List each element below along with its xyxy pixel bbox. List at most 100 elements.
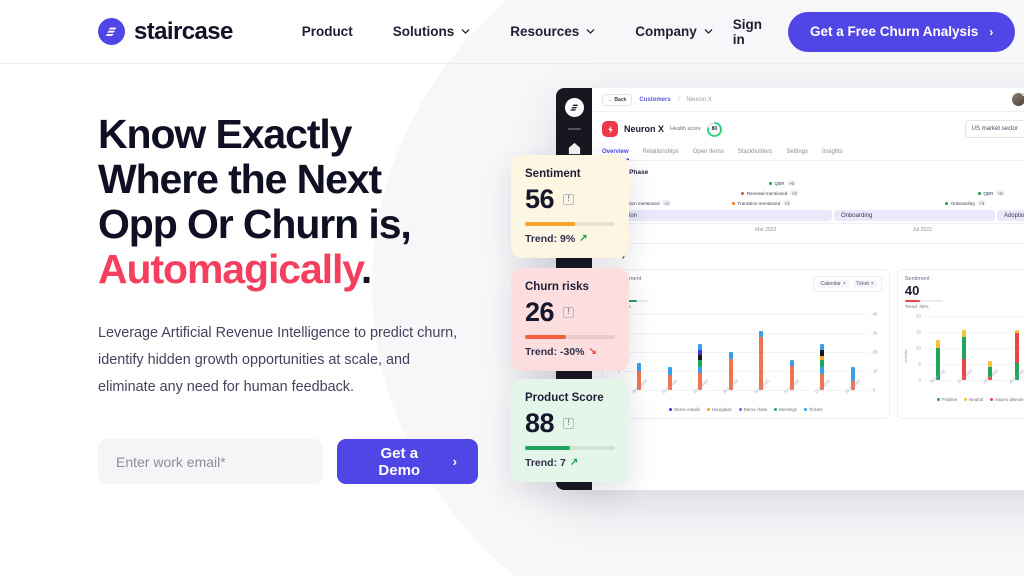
chart-x-axis: 05.04.2022 12.04.2022 19.04.2022 26.04.2… [925,369,1024,396]
journey-phase-onboarding[interactable]: Onboarding [833,210,995,221]
chevron-down-icon [461,29,470,34]
engagement-header: Engagement 75 Trend: 9% Calendar× Ticket… [610,276,882,309]
info-icon[interactable]: ! [563,417,575,429]
journey-marker[interactable]: Onboarding +3 [945,200,987,206]
journey-timeline: Transition mentioned +2 Transition mentio… [592,180,1024,240]
stat-card-trend: Trend: 7 ↗ [525,457,615,469]
chart-plot-area [624,314,868,391]
legend-label: Meetings [779,407,797,412]
nav-item-product[interactable]: Product [282,24,373,39]
dashboard-topbar: ← Back Customers / Neuron X Acm [592,88,1024,112]
tab-open-items[interactable]: Open Items [693,145,724,160]
y-tick: 0 [918,377,921,383]
health-score-label: Health score [670,126,701,132]
y-tick: 5 [918,361,921,367]
legend-label: Issues detected [995,397,1024,402]
nav-item-label: Solutions [392,24,455,39]
headline-line-1: Know Exactly [98,111,352,157]
page-title: Know Exactly Where the Next Opp Or Churn… [98,112,478,292]
breadcrumb-customers[interactable]: Customers [639,97,670,103]
legend-item: Positive [936,397,957,402]
journey-marker[interactable]: QBR +6 [977,190,1005,196]
y-tick-right: 40 [872,311,878,317]
info-icon[interactable]: ! [563,193,575,205]
customer-name: Neuron X [624,124,665,134]
legend-item: Issues detected [990,397,1024,402]
engagement-activity-chart: 20 15 10 5 0 40 30 20 10 0 [610,311,882,406]
journey-phase-acquisition[interactable]: Equasition [602,210,832,221]
nav-item-resources[interactable]: Resources [490,24,615,39]
journey-marker[interactable]: QBR +6 [769,180,796,186]
stat-card-trend-label: Trend: 9% [525,232,576,245]
stat-card-trend-label: Trend: 7 [525,456,566,469]
filter-chip-calendar[interactable]: Calendar × [817,280,849,288]
journey-markers: Transition mentioned +2 Transition mentio… [602,180,1024,210]
legend-item: Hourglass [706,407,732,412]
staircase-logo-icon [98,18,125,45]
work-email-input[interactable] [98,439,323,484]
top-navigation-bar: staircase Product Solutions Resources Co… [0,0,1024,64]
stat-card-progress-bar [525,335,615,339]
tab-insights[interactable]: Insights [822,145,843,160]
sentiment-value: 40 [904,283,920,298]
stat-card-title: Product Score [525,392,604,404]
legend-item: Demo emails [669,407,700,412]
nav-actions: Sign in Get a Free Churn Analysis › [733,11,1024,52]
nav-links: Product Solutions Resources Company [282,24,733,39]
journey-marker[interactable]: Transition mentioned +2 [731,200,792,206]
stat-card-trend: Trend: 9% ↗ [525,233,615,245]
rail-divider [567,128,581,130]
y-tick-right: 0 [872,387,876,393]
journey-date: Mar 2022 [755,227,777,233]
stat-card-product-score[interactable]: Product Score 88 ! Trend: 7 ↗ [511,379,629,482]
sentiment-activity-chart: 20 15 10 5 0 Activity 05.04.2022 12.04.2… [903,314,1024,396]
market-sector-select[interactable]: US market sector [964,120,1024,138]
brand-logo[interactable]: staircase [98,18,233,46]
avatar[interactable] [1011,92,1024,106]
journey-phase-title: Journey Phase [602,169,649,176]
tab-relationships[interactable]: Relationships [643,145,679,160]
stat-card-churn-risks[interactable]: Churn risks 26 ! Trend: -30% ↘ [511,268,629,371]
stat-card-value-row: 56 ! [525,184,615,214]
chart-bars [624,314,868,390]
engagement-chart-legend: Demo emails Hourglass Demo chats Meeting… [610,407,882,412]
journey-phase-adoption[interactable]: Adoption [996,210,1024,221]
stat-card-title: Sentiment [525,168,581,180]
get-a-demo-button[interactable]: Get a Demo › [336,439,478,484]
nav-item-label: Product [301,24,353,39]
legend-label: Hourglass [711,407,732,412]
get-free-churn-analysis-button[interactable]: Get a Free Churn Analysis › [788,11,1016,52]
close-icon[interactable]: × [843,281,846,287]
legend-item: Neutral [964,397,983,402]
hero-subtitle: Leverage Artificial Revenue Intelligence… [98,325,458,395]
y-tick-right: 10 [872,368,878,374]
back-button[interactable]: ← Back [602,93,633,106]
close-icon[interactable]: × [871,281,874,287]
y-tick-right: 30 [872,330,878,336]
nav-item-solutions[interactable]: Solutions [373,24,491,39]
chart-filter-chips: Calendar × Ticket × [812,276,882,292]
filter-chip-ticket[interactable]: Ticket × [852,280,877,288]
sign-in-link[interactable]: Sign in [733,17,762,47]
chevron-right-icon: › [452,454,457,469]
tab-stackholders[interactable]: Stackholders [738,145,773,160]
journey-marker[interactable]: Renewal mentioned +3 [741,190,799,196]
stat-card-trend-label: Trend: -30% [525,345,585,358]
staircase-mark-icon [564,98,584,117]
home-icon[interactable] [567,141,582,156]
customer-header: Neuron X Health score 80 US market secto… [592,112,1024,145]
tab-settings[interactable]: Settings [786,145,808,160]
y-tick: 15 [916,329,921,335]
market-sector-value: US market sector [971,126,1018,132]
legend-item: Tickets [803,407,823,412]
info-icon[interactable]: ! [563,306,575,318]
journey-marker-count: +2 [782,200,792,206]
bolt-icon [602,121,618,137]
stat-card-value-row: 88 ! [525,408,615,438]
stat-card-sentiment[interactable]: Sentiment 56 ! Trend: 9% ↗ [511,155,629,258]
nav-item-company[interactable]: Company [615,24,733,39]
legend-label: Demo chats [743,407,768,412]
stat-card-trend: Trend: -30% ↘ [525,346,615,358]
stat-card-progress-bar [525,222,615,226]
journey-marker-label: Onboarding [950,200,975,206]
